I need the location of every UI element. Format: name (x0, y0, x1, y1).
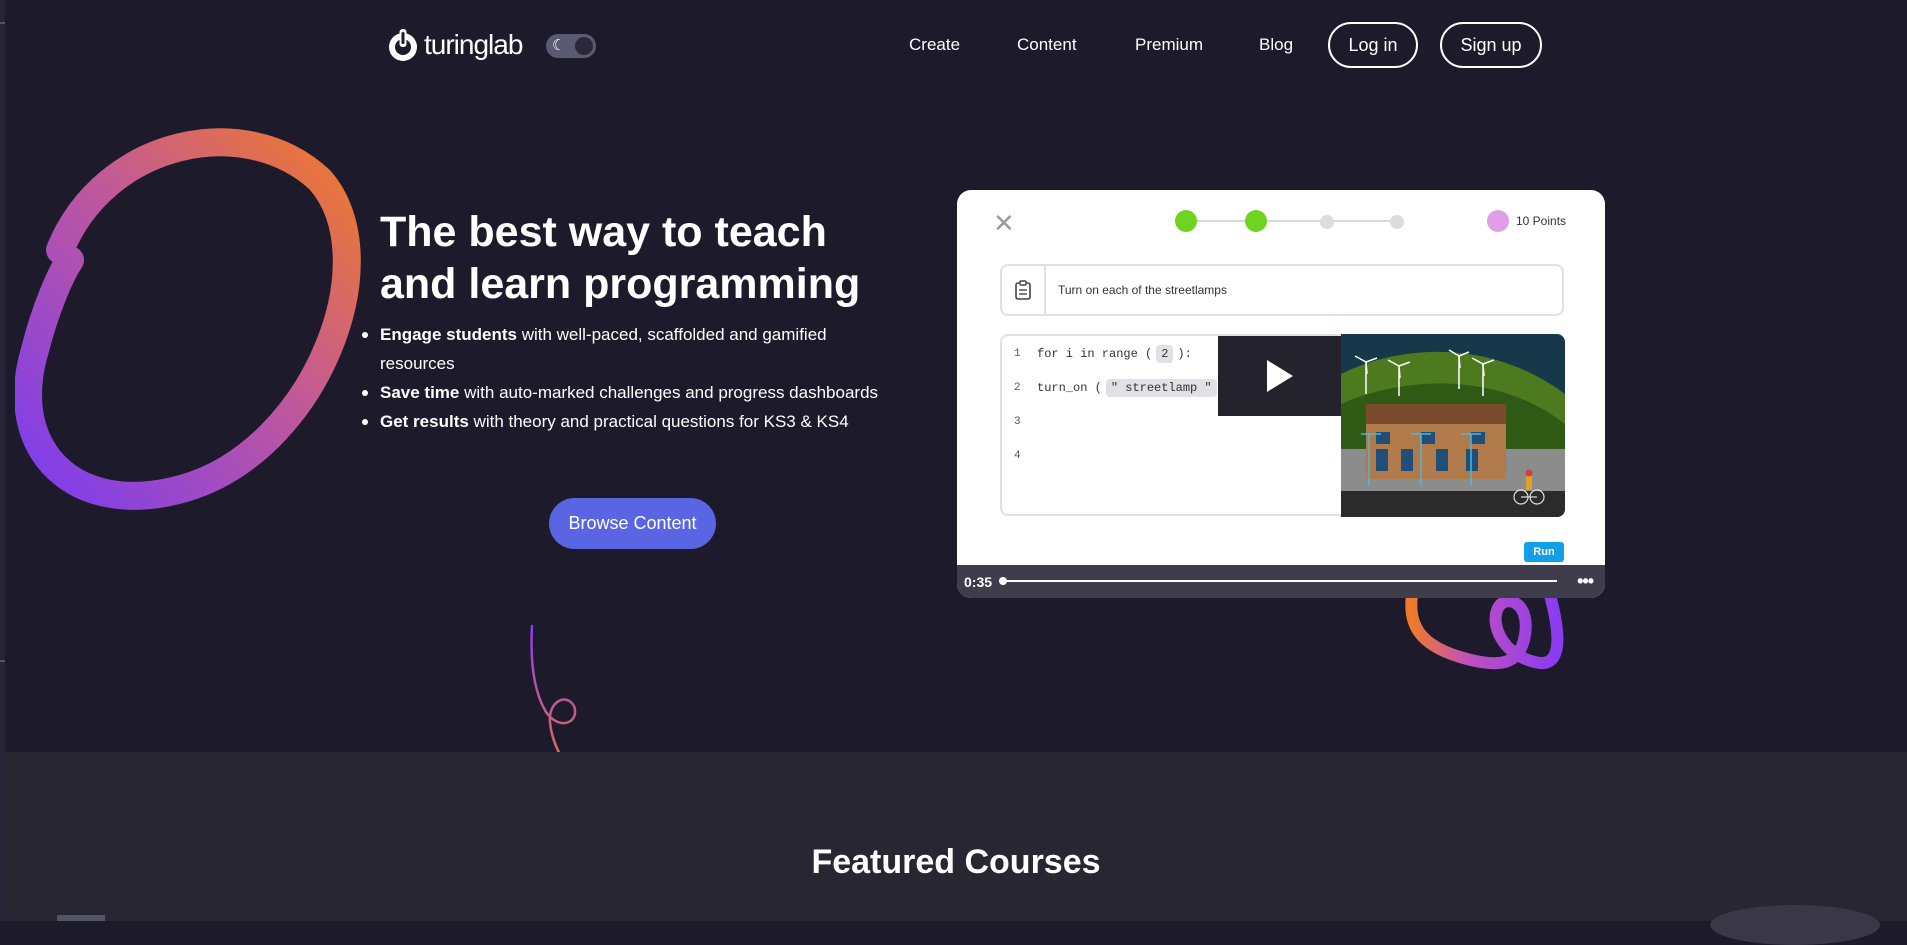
code-line-2: turn_on ( ″ streetlamp ″ ) (1037, 379, 1228, 397)
task-text: Turn on each of the streetlamps (1058, 283, 1227, 297)
feature-bold: Save time (380, 383, 460, 402)
scribble-swirl-decoration (1405, 595, 1564, 670)
code-line-1: for i in range ( 2 ): (1037, 345, 1192, 363)
nav-link-blog[interactable]: Blog (1259, 35, 1293, 55)
video-controls-bar: 0:35 ••• (957, 565, 1605, 598)
play-icon (1267, 360, 1293, 392)
nav-link-content[interactable]: Content (1017, 35, 1077, 55)
ellipsis-icon[interactable]: ••• (1577, 571, 1594, 592)
scribble-loop-decoration (15, 128, 361, 510)
power-logo-icon (389, 29, 417, 61)
progress-step-todo (1320, 215, 1334, 229)
nav-link-create[interactable]: Create (909, 35, 960, 55)
turinglab-logo[interactable]: turinglab (385, 26, 523, 64)
feature-item: Get results with theory and practical qu… (360, 407, 880, 436)
featured-courses-section: Featured Courses (5, 752, 1907, 945)
progress-step-done (1245, 210, 1267, 232)
code-token: ): (1177, 347, 1192, 361)
video-time: 0:35 (964, 574, 993, 590)
points-coin-icon (1487, 210, 1509, 232)
progress-step-done (1175, 210, 1197, 232)
code-token: turn_on ( (1037, 381, 1102, 395)
nav-link-premium[interactable]: Premium (1135, 35, 1203, 55)
feature-bold: Engage students (380, 325, 517, 344)
line-number: 2 (1014, 382, 1021, 394)
login-button[interactable]: Log in (1328, 22, 1418, 68)
progress-line (1187, 220, 1397, 222)
line-number: 4 (1014, 450, 1021, 462)
video-seek-handle[interactable] (999, 577, 1007, 585)
signup-button[interactable]: Sign up (1440, 22, 1542, 68)
feature-text: with auto-marked challenges and progress… (459, 383, 879, 402)
code-token: for i in range ( (1037, 347, 1153, 361)
lesson-progress (1175, 210, 1405, 232)
code-number-block[interactable]: 2 (1156, 345, 1174, 363)
points-badge: 10 Points (1487, 210, 1566, 232)
points-label: 10 Points (1516, 214, 1567, 228)
feature-list: Engage students with well-paced, scaffol… (360, 320, 880, 436)
toggle-knob (575, 37, 593, 55)
clipboard-icon (1002, 266, 1046, 314)
demo-video-player[interactable]: ✕ 10 Points Turn on each of the streetla… (957, 190, 1605, 598)
streetlamp-scene-image (1341, 334, 1565, 517)
moon-icon: ☾ (552, 37, 566, 54)
hero-title: The best way to teach and learn programm… (380, 208, 861, 308)
feature-text: with theory and practical questions for … (468, 412, 849, 431)
theme-toggle[interactable]: ☾ (546, 34, 596, 58)
feature-item: Save time with auto-marked challenges an… (360, 378, 880, 407)
play-button[interactable] (1218, 336, 1342, 416)
featured-courses-title: Featured Courses (811, 843, 1101, 881)
line-number: 3 (1014, 416, 1021, 428)
browse-content-button[interactable]: Browse Content (549, 498, 716, 549)
task-box: Turn on each of the streetlamps (1000, 264, 1564, 316)
feature-item: Engage students with well-paced, scaffol… (360, 320, 880, 378)
feature-bold: Get results (380, 412, 469, 431)
run-button[interactable]: Run (1524, 542, 1564, 562)
logo-text: turinglab (424, 29, 523, 60)
progress-step-todo (1390, 215, 1404, 229)
line-number: 1 (1014, 348, 1021, 360)
video-seek-bar[interactable] (1002, 580, 1557, 582)
code-string-block[interactable]: ″ streetlamp ″ (1105, 379, 1217, 397)
horizontal-scrollbar[interactable] (57, 915, 105, 921)
close-icon[interactable]: ✕ (993, 210, 1015, 236)
decorative-blob (1710, 905, 1880, 945)
